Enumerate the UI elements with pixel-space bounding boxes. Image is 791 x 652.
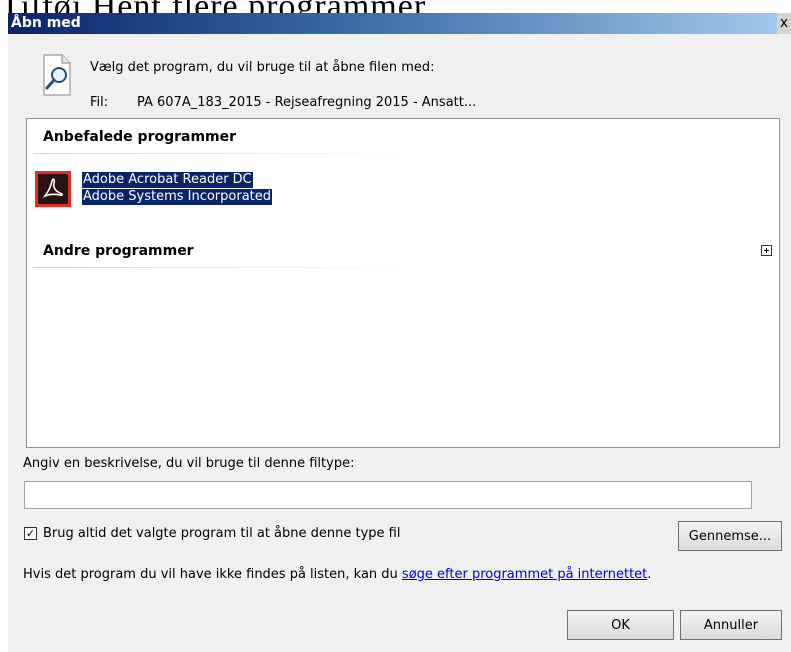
hint-prefix: Hvis det program du vil have ikke findes… [23, 567, 402, 582]
description-input[interactable] [24, 481, 752, 509]
file-search-icon [43, 54, 71, 96]
close-icon[interactable]: x [777, 13, 791, 34]
recommended-programs-header: Anbefalede programmer [43, 129, 237, 145]
file-label: Fil: [90, 95, 109, 110]
hint-text: Hvis det program du vil have ikke findes… [23, 567, 651, 582]
description-label: Angiv en beskrivelse, du vil bruge til d… [23, 456, 355, 471]
background-window-text: Tilføj Hent flere programmer... [0, 0, 791, 14]
dialog-title: Åbn med [11, 15, 81, 31]
browse-button[interactable]: Gennemse... [678, 521, 782, 551]
cancel-button[interactable]: Annuller [680, 610, 782, 640]
dialog-titlebar[interactable]: Åbn med x [8, 13, 791, 34]
always-use-label[interactable]: Brug altid det valgte program til at åbn… [43, 526, 400, 541]
search-online-link[interactable]: søge efter programmet på internettet [402, 567, 647, 582]
adobe-acrobat-icon [35, 171, 71, 207]
program-list[interactable]: Anbefalede programmer Adobe Acrobat Read… [26, 118, 780, 448]
app-name: Adobe Acrobat Reader DC [82, 172, 253, 188]
recommended-divider [33, 153, 413, 154]
expand-plus-icon[interactable] [761, 245, 772, 256]
hint-suffix: . [647, 567, 652, 582]
app-item-adobe-acrobat[interactable]: Adobe Acrobat Reader DC Adobe Systems In… [35, 167, 335, 211]
always-use-checkbox[interactable]: ✓ [24, 527, 37, 540]
app-vendor: Adobe Systems Incorporated [82, 189, 273, 205]
other-programs-header: Andre programmer [43, 243, 194, 259]
file-name: PA 607A_183_2015 - Rejseafregning 2015 -… [137, 95, 477, 110]
ok-button[interactable]: OK [567, 610, 674, 640]
other-divider [33, 267, 413, 268]
prompt-text: Vælg det program, du vil bruge til at åb… [90, 60, 435, 75]
